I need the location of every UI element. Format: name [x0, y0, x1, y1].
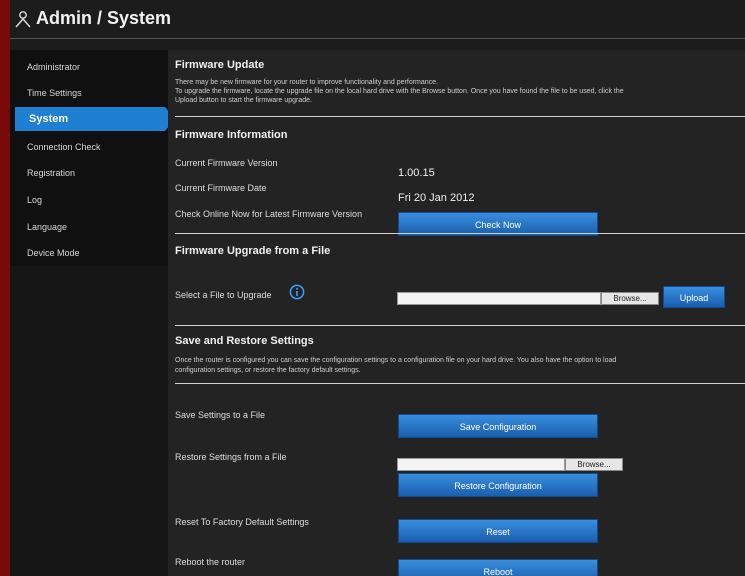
- firmware-version-value: 1.00.15: [398, 167, 435, 179]
- divider: [175, 383, 745, 384]
- divider: [175, 325, 745, 326]
- sidebar-item-connection-check[interactable]: Connection Check: [27, 142, 101, 152]
- save-restore-desc-1: Once the router is configured you can sa…: [175, 357, 617, 364]
- restore-configuration-button[interactable]: Restore Configuration: [398, 473, 598, 497]
- firmware-browse-button[interactable]: Browse...: [601, 292, 659, 305]
- main-content: Firmware Update There may be new firmwar…: [168, 50, 745, 576]
- sidebar-item-label: System: [29, 113, 69, 125]
- restore-settings-label: Restore Settings from a File: [175, 452, 287, 462]
- save-restore-desc-2: configuration settings, or restore the f…: [175, 367, 361, 374]
- sidebar-item-registration[interactable]: Registration: [27, 168, 75, 178]
- firmware-date-value: Fri 20 Jan 2012: [398, 192, 475, 204]
- sidebar-item-administrator[interactable]: Administrator: [27, 62, 80, 72]
- sidebar-item-time-settings[interactable]: Time Settings: [27, 88, 82, 98]
- user-icon: [15, 11, 31, 28]
- sidebar: Administrator Time Settings System Conne…: [10, 50, 175, 576]
- firmware-update-desc-3: Upload button to start the firmware upgr…: [175, 97, 312, 104]
- sidebar-item-system[interactable]: System: [15, 107, 175, 131]
- reset-button[interactable]: Reset: [398, 519, 598, 543]
- restore-file-input[interactable]: [397, 458, 565, 471]
- restore-browse-button[interactable]: Browse...: [565, 458, 623, 471]
- upload-button[interactable]: Upload: [663, 286, 725, 308]
- firmware-date-label: Current Firmware Date: [175, 183, 267, 193]
- reset-factory-label: Reset To Factory Default Settings: [175, 517, 309, 527]
- sidebar-item-device-mode[interactable]: Device Mode: [27, 248, 80, 258]
- firmware-version-label: Current Firmware Version: [175, 158, 278, 168]
- reboot-button[interactable]: Reboot: [398, 559, 598, 576]
- section-title-save-restore: Save and Restore Settings: [175, 335, 314, 347]
- firmware-update-desc-2: To upgrade the firmware, locate the upgr…: [175, 88, 624, 95]
- divider: [175, 233, 745, 234]
- save-settings-label: Save Settings to a File: [175, 410, 266, 420]
- reboot-label: Reboot the router: [175, 557, 246, 567]
- sidebar-nav: Administrator Time Settings System Conne…: [10, 50, 175, 266]
- firmware-file-input[interactable]: [397, 292, 601, 305]
- sidebar-item-log[interactable]: Log: [27, 195, 42, 205]
- select-file-label: Select a File to Upgrade: [175, 290, 272, 300]
- check-online-label: Check Online Now for Latest Firmware Ver…: [175, 209, 363, 219]
- page-title: Admin / System: [36, 8, 172, 28]
- firmware-update-desc-1: There may be new firmware for your route…: [175, 79, 439, 86]
- header-divider: [10, 38, 745, 39]
- save-configuration-button[interactable]: Save Configuration: [398, 414, 598, 438]
- router-admin-page: Admin / System Administrator Time Settin…: [0, 0, 745, 576]
- window-left-border: [0, 0, 10, 576]
- section-title-firmware-upgrade: Firmware Upgrade from a File: [175, 245, 331, 257]
- info-icon[interactable]: [289, 284, 305, 300]
- header: Admin / System: [10, 0, 745, 42]
- divider: [175, 116, 745, 117]
- section-title-firmware-information: Firmware Information: [175, 129, 288, 141]
- section-title-firmware-update: Firmware Update: [175, 59, 265, 71]
- sidebar-item-language[interactable]: Language: [27, 222, 67, 232]
